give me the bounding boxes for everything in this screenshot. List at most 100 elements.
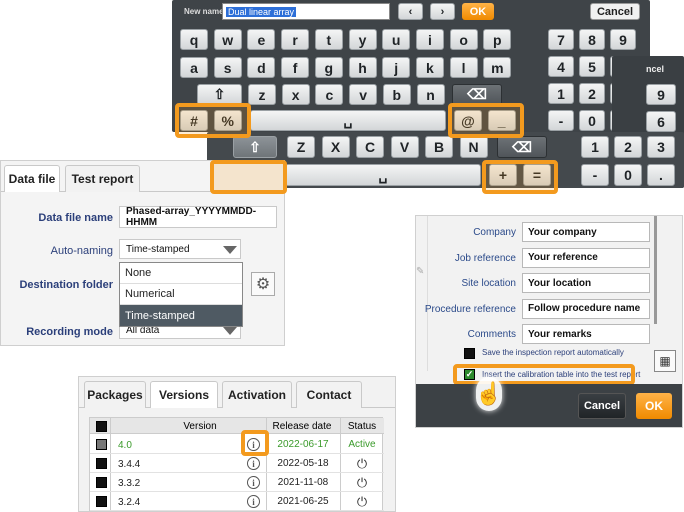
cursor-right-button[interactable]: ›: [430, 3, 455, 20]
report-label-1: Job reference: [454, 252, 516, 264]
save-auto-label: Save the inspection report automatically: [482, 348, 624, 357]
numpad-key-1[interactable]: 8: [579, 29, 605, 50]
info-icon[interactable]: i: [247, 457, 260, 470]
key-z[interactable]: z: [248, 84, 276, 105]
key-l[interactable]: l: [449, 57, 478, 78]
info-icon[interactable]: i: [247, 495, 260, 508]
row-checkbox[interactable]: [96, 496, 107, 507]
new-name-input[interactable]: Dual linear array: [222, 3, 390, 20]
auto-naming-select[interactable]: Time-stamped: [119, 239, 241, 259]
numpad-key-7[interactable]: 2: [579, 83, 605, 104]
report-ok-button[interactable]: OK: [636, 393, 672, 419]
key-d[interactable]: d: [247, 57, 276, 78]
versions-table: Version Release date Status 4.0 i 2022-06-…: [89, 417, 384, 511]
key-w[interactable]: w: [213, 29, 242, 50]
tab-activation[interactable]: Activation: [222, 381, 292, 408]
save-auto-checkbox[interactable]: [464, 348, 475, 359]
cancel-button[interactable]: Cancel: [590, 3, 640, 20]
key-Z[interactable]: Z: [287, 136, 315, 158]
report-field-2[interactable]: Your location: [522, 273, 650, 293]
row-checkbox[interactable]: [96, 439, 107, 450]
key-j[interactable]: j: [382, 57, 411, 78]
power-icon[interactable]: ⏻: [340, 454, 384, 473]
key-X[interactable]: X: [321, 136, 350, 158]
report-field-1[interactable]: Your reference: [522, 247, 650, 268]
numpad-key-9[interactable]: -: [548, 110, 574, 131]
key-g[interactable]: g: [314, 57, 343, 78]
numpad-key-4[interactable]: 0: [614, 164, 642, 186]
numpad-key-4[interactable]: 5: [579, 56, 605, 77]
shift-button-active[interactable]: ⇧: [233, 136, 277, 158]
tab-contact[interactable]: Contact: [296, 381, 362, 408]
key-v[interactable]: v: [349, 84, 378, 105]
report-cancel-button[interactable]: Cancel: [578, 393, 626, 419]
numpad-key-2[interactable]: 9: [610, 29, 636, 50]
report-field-4[interactable]: Your remarks: [522, 324, 650, 344]
option-none[interactable]: None: [120, 263, 242, 284]
key-i[interactable]: i: [415, 29, 444, 50]
tab-versions[interactable]: Versions: [150, 381, 218, 408]
key-y[interactable]: y: [348, 29, 377, 50]
numpad-key-5[interactable]: .: [647, 164, 675, 186]
tab-packages[interactable]: Packages: [84, 381, 146, 408]
key-f[interactable]: f: [281, 57, 310, 78]
power-icon[interactable]: ⏻: [340, 492, 384, 511]
peek-key-0[interactable]: 9: [646, 84, 676, 105]
gear-icon: ⚙: [255, 276, 271, 293]
key-s[interactable]: s: [213, 57, 242, 78]
cursor-left-button[interactable]: ‹: [398, 3, 423, 20]
settings-button[interactable]: ⚙: [251, 272, 275, 296]
scrollbar[interactable]: [654, 216, 657, 324]
row-checkbox[interactable]: [96, 458, 107, 469]
key-h[interactable]: h: [348, 57, 377, 78]
key-b[interactable]: b: [382, 84, 411, 105]
numpad-key-3[interactable]: 4: [548, 56, 574, 77]
numpad-key-1[interactable]: 2: [614, 136, 642, 158]
tab-test-report[interactable]: Test report: [65, 165, 140, 192]
option-time-stamped[interactable]: Time-stamped: [120, 305, 242, 326]
key-C[interactable]: C: [356, 136, 384, 158]
power-icon[interactable]: ⏻: [340, 473, 384, 492]
hand-pointer-icon: ☝: [475, 377, 503, 411]
highlight-symbols-left-bottom: [210, 160, 287, 194]
option-numerical[interactable]: Numerical: [120, 284, 242, 305]
shift-button[interactable]: ⇧: [197, 84, 242, 105]
file-name-input[interactable]: Phased-array_YYYYMMDD-HHMM: [119, 206, 277, 228]
key-r[interactable]: r: [281, 29, 310, 50]
numpad-key-10[interactable]: 0: [579, 110, 605, 131]
key-o[interactable]: o: [449, 29, 478, 50]
key-q[interactable]: q: [180, 29, 208, 50]
key-a[interactable]: a: [180, 57, 208, 78]
key-N[interactable]: N: [459, 136, 488, 158]
numpad-key-3[interactable]: -: [581, 164, 609, 186]
key-p[interactable]: p: [483, 29, 512, 50]
report-field-0[interactable]: Your company: [522, 222, 650, 242]
numpad-key-2[interactable]: 3: [647, 136, 675, 158]
key-c[interactable]: c: [315, 84, 344, 105]
peek-key-1[interactable]: 6: [646, 111, 676, 132]
key-t[interactable]: t: [314, 29, 343, 50]
key-V[interactable]: V: [390, 136, 419, 158]
preview-report-button[interactable]: ▦: [654, 350, 676, 372]
report-field-3[interactable]: Follow procedure name: [522, 298, 650, 319]
numpad-key-0[interactable]: 1: [581, 136, 609, 158]
tab-data-file[interactable]: Data file: [4, 165, 60, 192]
key-x[interactable]: x: [281, 84, 310, 105]
key-B[interactable]: B: [425, 136, 453, 158]
key-m[interactable]: m: [483, 57, 512, 78]
numpad-key-6[interactable]: 1: [548, 83, 574, 104]
space-bar[interactable]: ␣: [285, 164, 481, 186]
ok-button[interactable]: OK: [462, 3, 494, 20]
numpad-key-0[interactable]: 7: [548, 29, 574, 50]
highlight-symbols-right-top: [448, 103, 524, 138]
key-e[interactable]: e: [247, 29, 276, 50]
key-n[interactable]: n: [416, 84, 445, 105]
space-bar[interactable]: ␣: [250, 110, 446, 131]
select-all-checkbox[interactable]: [96, 421, 107, 432]
backspace-button[interactable]: ⌫: [497, 136, 547, 158]
backspace-button[interactable]: ⌫: [452, 84, 502, 105]
row-checkbox[interactable]: [96, 477, 107, 488]
key-u[interactable]: u: [382, 29, 411, 50]
info-icon[interactable]: i: [247, 476, 260, 489]
key-k[interactable]: k: [415, 57, 444, 78]
